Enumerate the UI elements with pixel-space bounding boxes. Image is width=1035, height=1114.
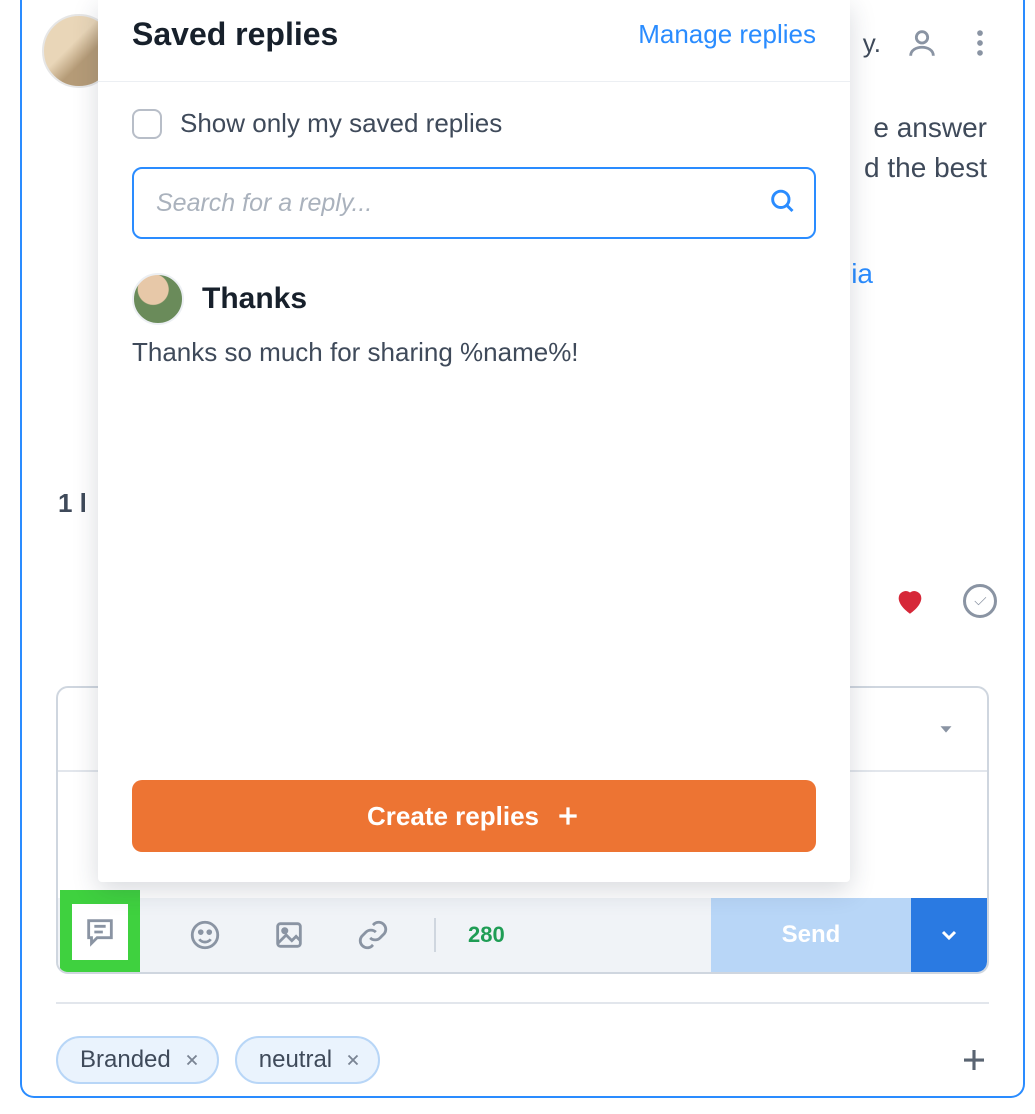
tag-remove-icon[interactable] [344,1051,362,1069]
post-line: e answer [873,112,987,143]
saved-replies-button-highlight [60,890,140,974]
send-button[interactable]: Send [711,898,911,972]
composer-toolbar: 280 Send [58,898,987,972]
person-icon[interactable] [905,26,939,60]
post-body-fragment: e answer d the best [864,108,987,188]
post-header: y. [863,26,997,60]
search-input[interactable] [132,167,816,239]
image-button[interactable] [260,906,318,964]
header-text-fragment: y. [863,28,881,59]
heart-icon[interactable] [893,584,927,618]
manage-replies-link[interactable]: Manage replies [638,19,816,50]
char-count: 280 [468,922,505,948]
post-line: d the best [864,148,987,188]
toolbar-divider [434,918,436,952]
chevron-down-icon[interactable] [935,718,957,740]
create-replies-button[interactable]: Create replies [132,780,816,852]
saved-replies-button[interactable] [72,904,128,960]
saved-reply-item[interactable]: Thanks Thanks so much for sharing %name%… [132,265,816,376]
speech-bubble-icon [83,915,117,949]
popover-header: Saved replies Manage replies [98,0,850,82]
check-circle-icon[interactable] [963,584,997,618]
post-link-fragment[interactable]: ia [851,258,873,290]
tag-label: neutral [259,1046,332,1074]
tag-label: Branded [80,1046,171,1074]
chevron-down-icon [937,923,961,947]
smile-icon [188,918,222,952]
emoji-button[interactable] [176,906,234,964]
saved-reply-body: Thanks so much for sharing %name%! [132,337,816,368]
reaction-row [893,584,997,618]
avatar [132,273,184,325]
saved-reply-header: Thanks [132,273,816,325]
search-wrap [132,167,816,239]
add-tag-button[interactable] [959,1045,989,1075]
link-icon [356,918,390,952]
filter-row: Show only my saved replies [132,108,816,139]
tag-pill-branded[interactable]: Branded [56,1036,219,1084]
likes-count-fragment: 1 l [58,488,87,519]
search-icon[interactable] [768,187,796,220]
popover-title: Saved replies [132,16,338,53]
link-button[interactable] [344,906,402,964]
tags-row: Branded neutral [56,1002,989,1094]
kebab-menu-icon[interactable] [963,26,997,60]
send-group: Send [711,898,987,972]
saved-reply-title: Thanks [202,282,307,316]
my-replies-checkbox-label: Show only my saved replies [180,108,502,139]
plus-icon [555,803,581,829]
image-icon [272,918,306,952]
my-replies-checkbox[interactable] [132,109,162,139]
tag-remove-icon[interactable] [183,1051,201,1069]
create-replies-label: Create replies [367,801,539,832]
main-panel: y. e answer d the best ia 1 l [20,0,1025,1098]
popover-body: Show only my saved replies Thanks Thanks… [98,82,850,882]
send-options-button[interactable] [911,898,987,972]
tag-pill-neutral[interactable]: neutral [235,1036,380,1084]
saved-replies-popover: Saved replies Manage replies Show only m… [98,0,850,882]
send-button-label: Send [782,921,841,949]
